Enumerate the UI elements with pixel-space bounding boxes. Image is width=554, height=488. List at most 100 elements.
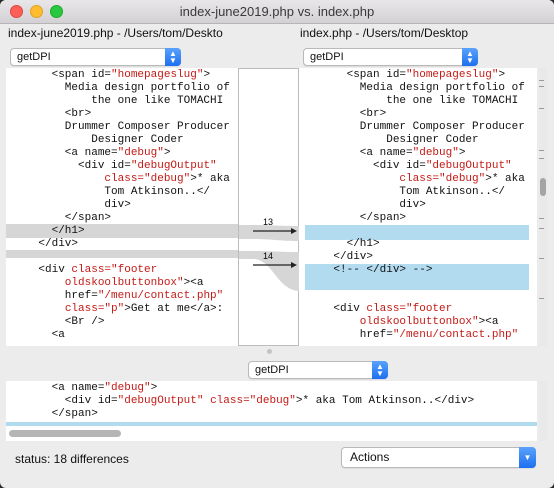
actions-popup[interactable]: Actions ▼ xyxy=(341,447,536,468)
right-function-label: getDPI xyxy=(310,51,344,63)
code-token: <div id= xyxy=(12,160,131,172)
code-line: <div class="footer xyxy=(307,303,537,316)
code-line: class="debug">* aka xyxy=(12,173,238,186)
code-line: href="/menu/contact.php" xyxy=(307,329,537,342)
merge-output-pane[interactable]: <a name="debug"> <div id="debugOutput" c… xyxy=(6,381,537,441)
code-token: "p" xyxy=(104,303,125,315)
code-token: "homepageslug" xyxy=(111,69,204,81)
code-line: <a name="debug"> xyxy=(307,147,537,160)
popup-chevron-icon: ▲ ▼ xyxy=(462,48,478,66)
code-token: Tom Atkinson..</ xyxy=(307,186,506,198)
code-line: <br> xyxy=(307,108,537,121)
code-token: "footer xyxy=(111,264,158,276)
right-file-pane[interactable]: <span id="homepageslug"> Media design po… xyxy=(299,68,537,346)
code-token: > xyxy=(163,147,171,159)
code-token: class= xyxy=(210,395,250,407)
diff-overview-scrollbar[interactable] xyxy=(539,68,547,346)
code-token: </div> xyxy=(307,251,374,263)
merge-horizontal-scroll-thumb[interactable] xyxy=(9,430,121,437)
code-line: Drummer Composer Producer xyxy=(307,121,537,134)
connector-13-shape xyxy=(239,225,300,241)
merge-function-popup[interactable]: getDPI ▲ ▼ xyxy=(248,361,388,379)
window-title: index-june2019.php vs. index.php xyxy=(179,4,375,19)
code-token: >Get at me</a>: xyxy=(124,303,224,315)
code-token: </span> xyxy=(12,212,112,224)
overview-scroll-thumb[interactable] xyxy=(540,178,546,196)
overview-tick xyxy=(539,150,544,151)
code-token: <a name= xyxy=(307,147,413,159)
code-line: the one like TOMACHI xyxy=(12,95,238,108)
left-function-label: getDPI xyxy=(17,51,51,63)
code-line: </div> xyxy=(12,238,238,251)
code-line: oldskoolbuttonbox"><a xyxy=(307,316,537,329)
code-token: div> xyxy=(12,199,131,211)
code-token: </h1> xyxy=(12,225,85,237)
code-token: "debug" xyxy=(144,173,191,185)
code-token: "debug" xyxy=(412,147,459,159)
code-line: <div id="debugOutput" xyxy=(307,160,537,173)
code-line: href="/menu/contact.php" xyxy=(12,290,238,303)
overview-tick xyxy=(539,86,544,87)
overview-tick xyxy=(539,258,544,259)
filemerge-window: index-june2019.php vs. index.php index-j… xyxy=(0,0,554,488)
code-token: "debug" xyxy=(104,382,151,394)
diff-number-13: 13 xyxy=(263,217,274,227)
code-token: > xyxy=(458,147,466,159)
code-token: <!-- </div> --> xyxy=(307,264,433,276)
code-line: </span> xyxy=(12,408,537,421)
title-bar: index-june2019.php vs. index.php xyxy=(0,0,554,24)
code-line: Media design portfolio of xyxy=(307,82,537,95)
code-token: </div> xyxy=(12,238,79,250)
code-token: </span> xyxy=(307,212,407,224)
code-token: Drummer Composer Producer xyxy=(12,121,230,133)
code-line: <br> xyxy=(12,108,238,121)
code-line: </h1> xyxy=(307,238,537,251)
overview-tick xyxy=(539,158,544,159)
code-token: "debugOutput" xyxy=(425,160,512,172)
code-token: "/menu/contact.php" xyxy=(392,329,519,341)
overview-tick xyxy=(539,80,544,81)
code-token: class= xyxy=(366,303,407,315)
code-token: the one like TOMACHI xyxy=(12,95,224,107)
code-token: <a name= xyxy=(12,382,105,394)
code-token: class= xyxy=(104,173,145,185)
code-token: "debug" xyxy=(439,173,486,185)
code-token: <span id= xyxy=(307,69,407,81)
code-line: <span id="homepageslug"> xyxy=(12,69,238,82)
code-token: oldskoolbuttonbox" xyxy=(12,277,184,289)
code-token: > xyxy=(498,69,506,81)
code-line: oldskoolbuttonbox"><a xyxy=(12,277,238,290)
code-line: <div id="debugOutput" xyxy=(12,160,238,173)
diff-number-14: 14 xyxy=(263,251,274,261)
code-token: class= xyxy=(64,303,105,315)
popup-chevron-icon: ▲ ▼ xyxy=(372,361,388,379)
code-token: div> xyxy=(307,199,426,211)
code-token: <a name= xyxy=(12,147,118,159)
code-line: <div id="debugOutput" class="debug">* ak… xyxy=(12,395,537,408)
code-token: Media design portfolio of xyxy=(12,82,230,94)
code-line: Tom Atkinson..</ xyxy=(307,186,537,199)
code-line: class="debug">* aka xyxy=(307,173,537,186)
code-token: >* aka Tom Atkinson..</div> xyxy=(295,395,475,407)
left-file-pane[interactable]: <span id="homepageslug"> Media design po… xyxy=(6,68,238,346)
merge-vertical-scrollbar[interactable] xyxy=(539,381,547,441)
code-token: "/menu/contact.php" xyxy=(97,290,224,302)
left-function-popup[interactable]: getDPI ▲ ▼ xyxy=(10,48,181,66)
code-token: > xyxy=(150,382,158,394)
code-line: <!-- </div> --> xyxy=(307,264,537,277)
code-token: >* aka xyxy=(190,173,230,185)
right-function-popup[interactable]: getDPI ▲ ▼ xyxy=(303,48,478,66)
splitter-handle[interactable] xyxy=(267,349,272,354)
code-line: <a xyxy=(12,329,238,342)
code-token: ><a xyxy=(183,277,204,289)
code-line: <div class="footer xyxy=(12,264,238,277)
code-token: > xyxy=(203,69,211,81)
code-token: <br> xyxy=(307,108,387,120)
code-line: Designer Coder xyxy=(307,134,537,147)
code-token: href= xyxy=(307,329,393,341)
code-line: Designer Coder xyxy=(12,134,238,147)
